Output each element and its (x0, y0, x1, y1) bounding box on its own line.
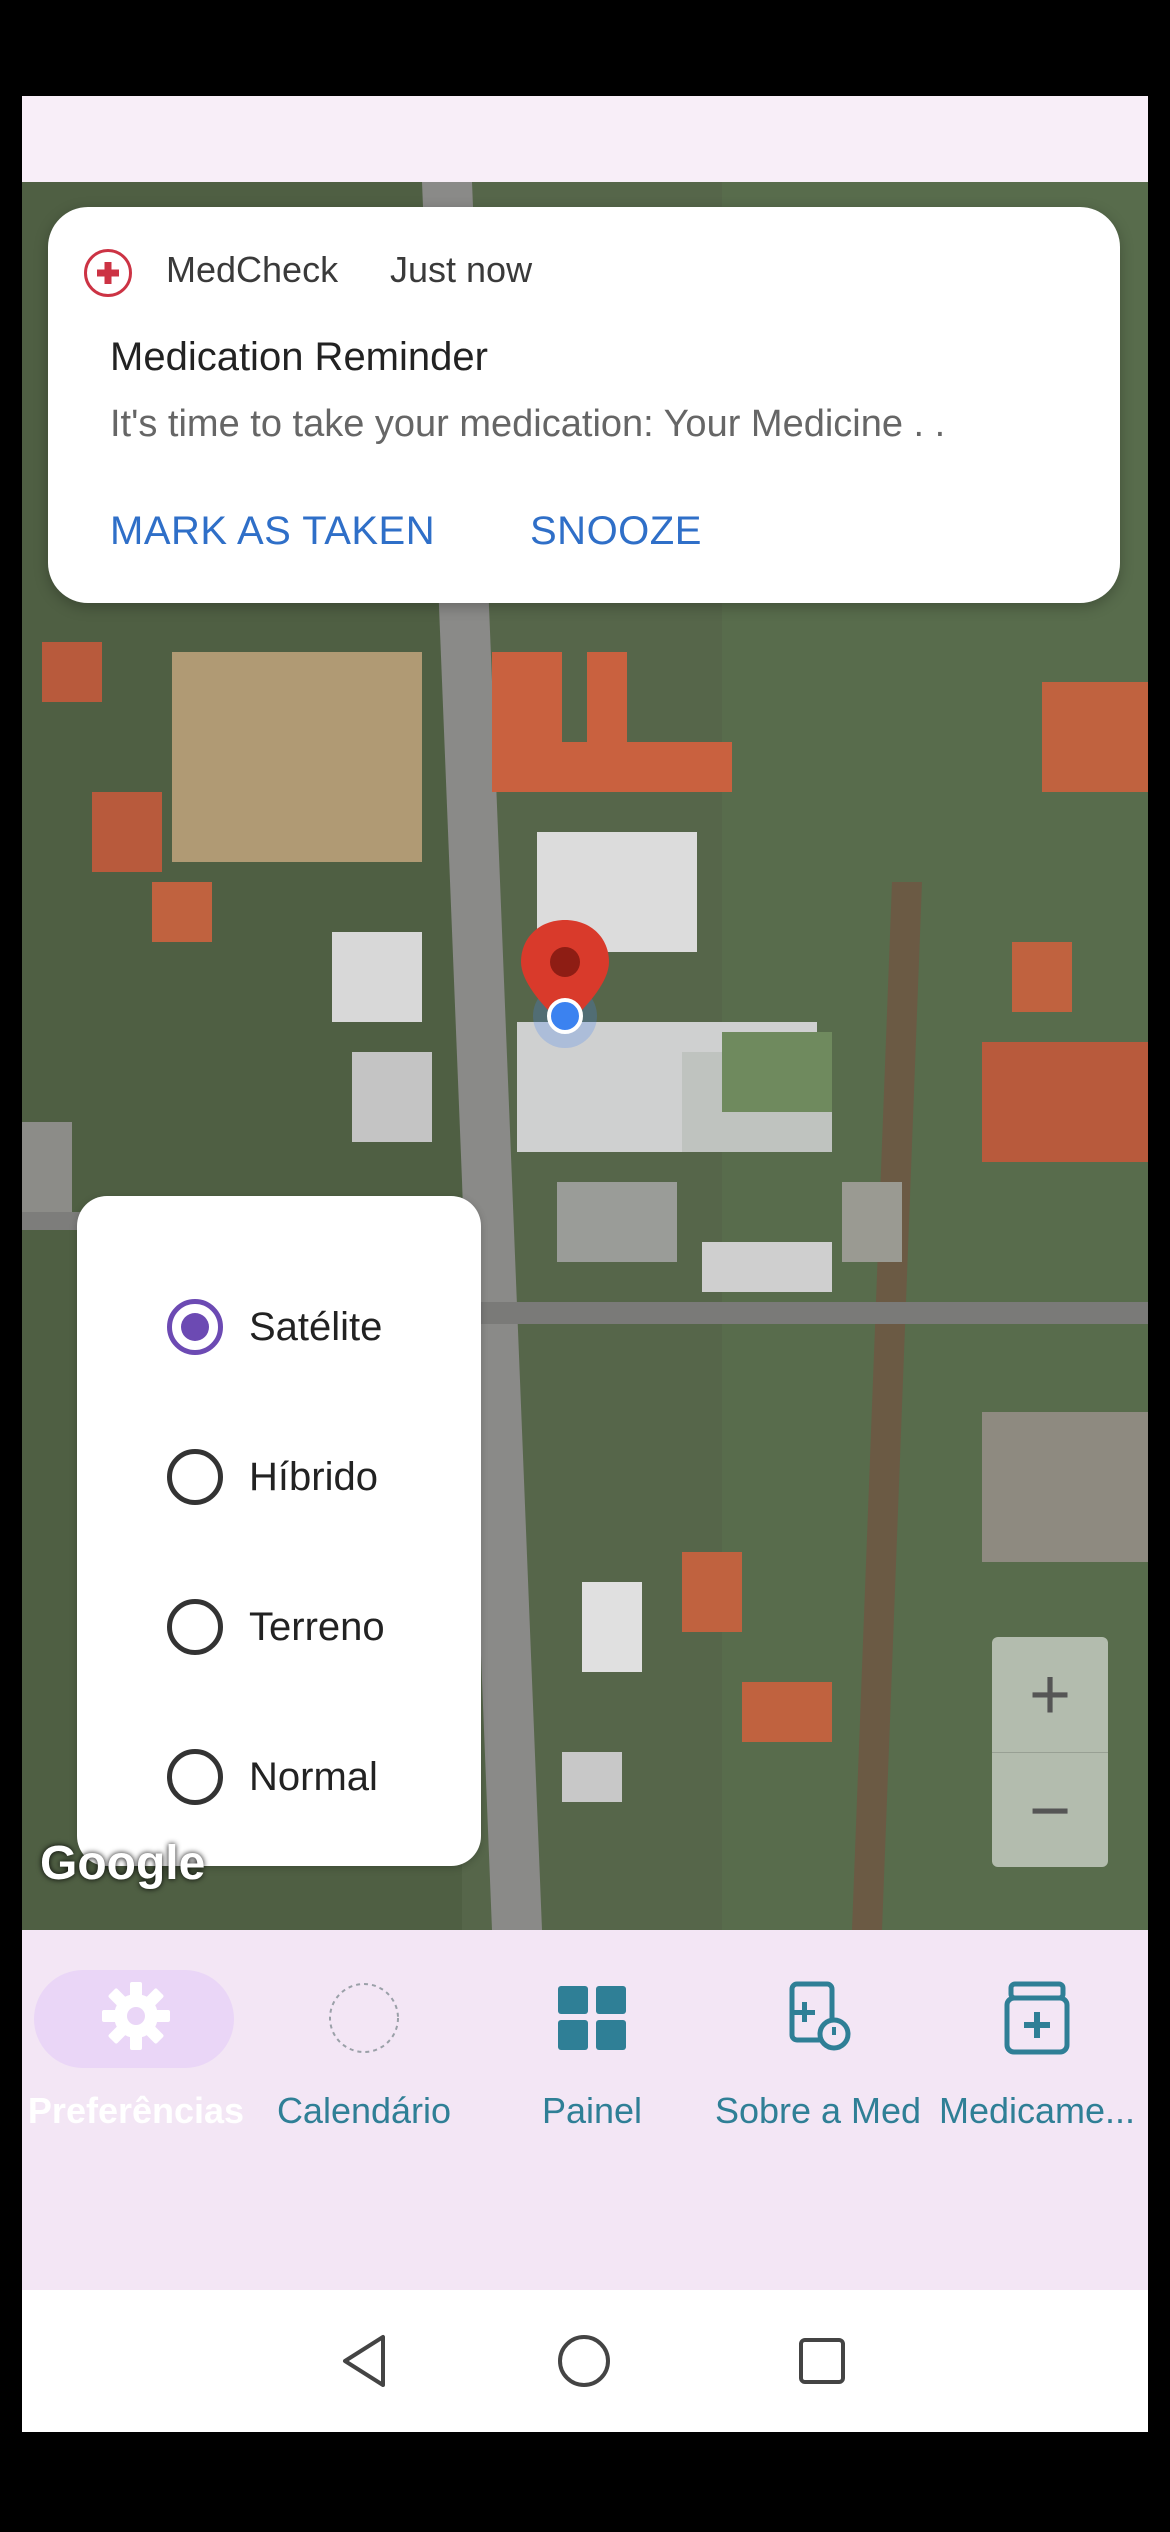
map-type-label: Satélite (249, 1304, 383, 1349)
medicine-info-icon (778, 1978, 858, 2063)
nav-item-preferencias[interactable]: Preferências (22, 1930, 250, 2131)
mark-as-taken-button[interactable]: MARK AS TAKEN (110, 509, 435, 554)
dashboard-icon (552, 1978, 632, 2063)
radio-selected-icon[interactable] (167, 1299, 223, 1355)
bottom-navigation: Preferências Calendário Painel Sobre a M… (22, 1930, 1148, 2290)
notification-time: Just now (390, 249, 533, 290)
system-navigation-bar (22, 2290, 1148, 2432)
map-type-label: Terreno (249, 1604, 385, 1649)
map-type-label: Normal (249, 1754, 378, 1799)
map-type-option[interactable]: Híbrido (167, 1442, 378, 1512)
nav-item-sobre-a-med[interactable]: Sobre a Med (706, 1930, 930, 2131)
notification-card[interactable]: MedCheck Just now Medication Reminder It… (48, 207, 1120, 603)
snooze-button[interactable]: SNOOZE (530, 509, 702, 554)
zoom-out-button[interactable]: − (992, 1752, 1108, 1868)
nav-label-painel: Painel (541, 2090, 643, 2131)
nav-label-sobre-a-med: Sobre a Med (714, 2090, 922, 2131)
nav-item-medicamentos[interactable]: Medicame... (926, 1930, 1148, 2131)
map-type-label: Híbrido (249, 1454, 378, 1499)
back-icon[interactable] (304, 2290, 424, 2432)
app-screen: MedCheck Just now Medication Reminder It… (22, 96, 1148, 2432)
google-attribution: Google (40, 1837, 206, 1890)
medcheck-app-icon (84, 249, 132, 297)
zoom-in-button[interactable]: + (992, 1637, 1108, 1752)
home-icon[interactable] (524, 2290, 644, 2432)
my-location-dot (547, 998, 583, 1034)
radio-unselected-icon[interactable] (167, 1599, 223, 1655)
map-type-option[interactable]: Terreno (167, 1592, 385, 1662)
map-type-option[interactable]: Normal (167, 1742, 378, 1812)
calendar-icon (324, 1978, 404, 2063)
radio-unselected-icon[interactable] (167, 1749, 223, 1805)
medicine-box-icon (997, 1978, 1077, 2063)
recents-icon[interactable] (762, 2290, 882, 2432)
notification-app-name: MedCheck (166, 249, 339, 290)
nav-item-calendario[interactable]: Calendário (250, 1930, 478, 2131)
nav-label-preferencias: Preferências (27, 2090, 245, 2131)
map-type-panel: Satélite Híbrido Terreno Normal (77, 1196, 481, 1866)
nav-label-calendario: Calendário (276, 2090, 452, 2131)
zoom-controls: + − (992, 1637, 1108, 1867)
nav-item-painel[interactable]: Painel (478, 1930, 706, 2131)
notification-title: Medication Reminder (110, 335, 488, 379)
notification-body: It's time to take your medication: Your … (110, 403, 946, 445)
radio-unselected-icon[interactable] (167, 1449, 223, 1505)
gear-icon (98, 1978, 174, 2059)
nav-label-medicamentos: Medicame... (938, 2090, 1136, 2131)
map-type-option[interactable]: Satélite (167, 1292, 382, 1362)
